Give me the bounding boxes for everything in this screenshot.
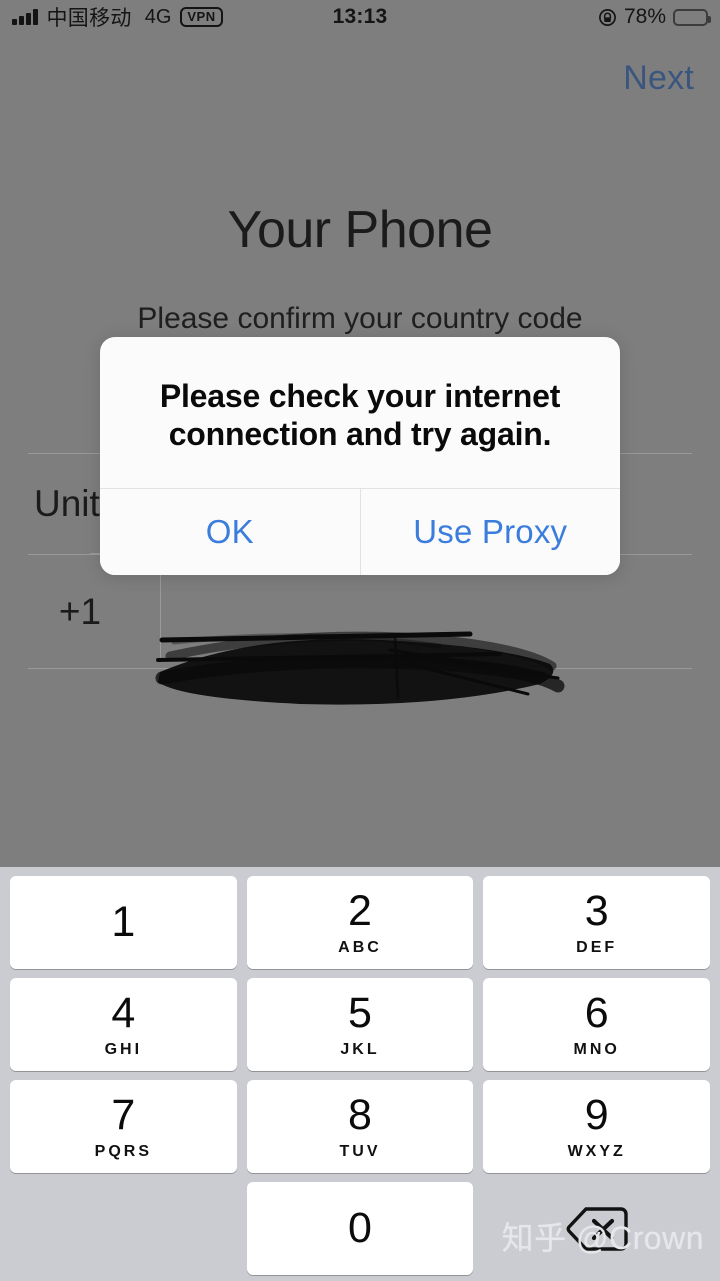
key-2[interactable]: 2 ABC [246,876,474,969]
key-3[interactable]: 3 DEF [483,876,711,969]
key-letters: JKL [340,1040,380,1058]
key-blank-left [10,1182,237,1275]
keypad-row-3: 7 PQRS 8 TUV 9 WXYZ [0,1080,720,1173]
key-digit: 7 [111,1090,136,1139]
key-letters: MNO [573,1040,620,1058]
ok-button[interactable]: OK [100,488,360,575]
key-8[interactable]: 8 TUV [246,1080,474,1173]
page-subtitle: Please confirm your country code [137,302,583,335]
next-button[interactable]: Next [623,59,694,98]
rotation-lock-icon [598,8,617,27]
key-digit: 5 [348,988,372,1037]
alert-dialog: Please check your internet connection an… [100,337,620,575]
key-digit: 8 [348,1090,372,1139]
key-4[interactable]: 4 GHI [10,978,237,1071]
alert-body: Please check your internet connection an… [100,337,620,488]
page-title: Your Phone [227,201,493,259]
status-bar: 中国移动 4G VPN 13:13 78% [0,0,720,34]
keypad-row-1: 1 2 ABC 3 DEF [0,876,720,969]
key-letters: PQRS [94,1142,152,1160]
country-code-label: +1 [58,590,102,632]
alert-message: Please check your internet connection an… [159,378,561,453]
status-bar-right: 78% [598,5,711,29]
key-digit: 2 [348,886,372,935]
key-5[interactable]: 5 JKL [246,978,474,1071]
use-proxy-button[interactable]: Use Proxy [359,488,620,575]
alert-actions: OK Use Proxy [100,487,620,575]
key-0[interactable]: 0 [246,1182,474,1275]
field-vertical-divider [160,561,161,662]
keypad-row-2: 4 GHI 5 JKL 6 MNO [0,978,720,1071]
key-digit: 3 [584,886,609,935]
separator-bottom [28,668,692,669]
watermark-label: 知乎 @Crown [501,1220,704,1256]
key-digit: 9 [584,1090,609,1139]
key-letters: WXYZ [567,1142,626,1160]
phone-screen: 中国移动 4G VPN 13:13 78% Next Your Phone Pl… [0,0,720,1281]
battery-icon [673,8,711,26]
key-letters: TUV [339,1142,381,1160]
key-digit: 0 [348,1204,372,1252]
battery-percent-label: 78% [623,5,666,28]
key-7[interactable]: 7 PQRS [10,1080,237,1173]
key-9[interactable]: 9 WXYZ [483,1080,711,1173]
key-letters: ABC [338,938,382,956]
key-1[interactable]: 1 [10,876,237,969]
key-letters: GHI [104,1040,143,1058]
key-letters: DEF [576,938,618,956]
key-digit: 1 [111,898,136,946]
key-digit: 4 [111,988,136,1037]
key-6[interactable]: 6 MNO [483,978,711,1071]
key-digit: 6 [584,988,609,1037]
